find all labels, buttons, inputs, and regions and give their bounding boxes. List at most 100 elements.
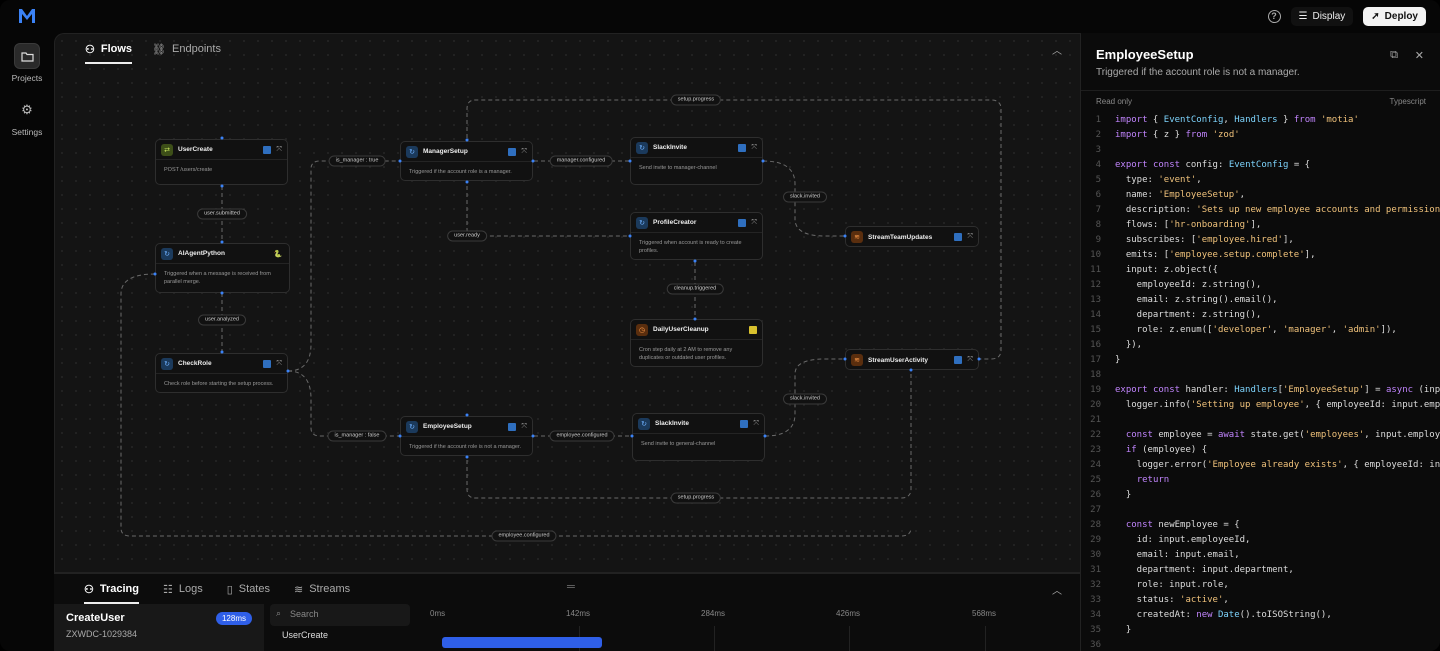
typescript-icon xyxy=(508,147,517,156)
code-line: 6 name: 'EmployeeSetup', xyxy=(1081,188,1440,203)
node-aiagentpython[interactable]: ↻ AIAgentPython 🐍 Triggered when a message… xyxy=(155,243,290,293)
node-managersetup[interactable]: ↻ ManagerSetup ⤧ Triggered if the account … xyxy=(400,141,533,181)
edge-handle[interactable] xyxy=(220,240,224,244)
trace-span-bar[interactable] xyxy=(442,637,602,648)
deploy-button[interactable]: ➚ Deploy xyxy=(1363,7,1426,26)
code-text: id: input.employeeId, xyxy=(1115,535,1251,545)
edge-handle[interactable] xyxy=(628,159,632,163)
code-text: } xyxy=(1115,355,1121,365)
node-slackinvite-general[interactable]: ↻ SlackInvite ⤧ Send invite to general-cha… xyxy=(632,413,765,461)
typescript-icon xyxy=(263,145,272,154)
node-dailyusercleanup[interactable]: ◷ DailyUserCleanup Cron step daily at 2 A… xyxy=(630,319,763,367)
node-title: SlackInvite xyxy=(655,420,689,427)
tab-tracing[interactable]: ⚇ Tracing xyxy=(84,574,139,604)
expand-icon[interactable]: ⤧ xyxy=(751,144,757,152)
expand-icon[interactable]: ⤧ xyxy=(521,148,527,156)
node-streamteamupdates[interactable]: ≋ StreamTeamUpdates ⤧ xyxy=(845,226,979,247)
timeline-tick: 426ms xyxy=(836,609,861,618)
code-line: 12 employeeId: z.string(), xyxy=(1081,278,1440,293)
expand-icon[interactable]: ⤧ xyxy=(753,420,759,428)
node-header: ≋ StreamUserActivity ⤧ xyxy=(846,350,978,370)
sidebar-item-settings[interactable]: ⚙ Settings xyxy=(0,97,54,137)
edge-handle[interactable] xyxy=(220,350,224,354)
edge-handle[interactable] xyxy=(761,159,765,163)
sidebar-item-projects[interactable]: Projects xyxy=(0,43,54,83)
code-line: 3 xyxy=(1081,143,1440,158)
edge-handle[interactable] xyxy=(693,259,697,263)
code-text: employeeId: z.string(), xyxy=(1115,280,1262,290)
expand-icon[interactable]: ⤧ xyxy=(967,356,973,364)
edge-handle[interactable] xyxy=(153,272,157,276)
node-checkrole[interactable]: ↻ CheckRole ⤧ Check role before starting t… xyxy=(155,353,288,393)
line-number: 14 xyxy=(1090,310,1101,320)
edge-handle[interactable] xyxy=(909,368,913,372)
help-icon[interactable]: ? xyxy=(1267,10,1281,23)
tab-label: Logs xyxy=(178,583,203,595)
edge-handle[interactable] xyxy=(531,434,535,438)
edge-handle[interactable] xyxy=(763,434,767,438)
edge-handle[interactable] xyxy=(398,434,402,438)
line-number: 8 xyxy=(1095,220,1101,230)
flow-canvas[interactable]: ⚇ Flows ⛓ Endpoints ︿ ⇄ UserCreate ⤧ POS… xyxy=(54,33,1080,573)
tab-states[interactable]: ▯ States xyxy=(227,574,270,604)
edge-handle[interactable] xyxy=(465,180,469,184)
node-employeesetup[interactable]: ↻ EmployeeSetup ⤧ Triggered if the account… xyxy=(400,416,533,456)
trace-card[interactable]: CreateUser ZXWDC-1029384 128ms xyxy=(54,604,264,651)
panel-subtitle: Triggered if the account role is not a m… xyxy=(1096,67,1300,78)
expand-icon[interactable]: ⤧ xyxy=(967,233,973,241)
tab-label: States xyxy=(238,583,270,595)
resize-handle-icon[interactable]: ═ xyxy=(567,581,575,593)
code-line: 13 email: z.string().email(), xyxy=(1081,293,1440,308)
chevron-up-icon[interactable]: ︿ xyxy=(1052,582,1062,597)
window-icon[interactable]: ⧉ xyxy=(1390,49,1398,62)
expand-icon[interactable]: ⤧ xyxy=(751,219,757,227)
edge-handle[interactable] xyxy=(843,357,847,361)
node-profilecreator[interactable]: ↻ ProfileCreator ⤧ Triggered when account … xyxy=(630,212,763,260)
node-streamuseractivity[interactable]: ≋ StreamUserActivity ⤧ xyxy=(845,349,979,370)
edge-handle[interactable] xyxy=(531,159,535,163)
edge-label: manager.configured xyxy=(549,155,613,167)
edge-handle[interactable] xyxy=(398,159,402,163)
code-line: 35 } xyxy=(1081,623,1440,638)
node-usercreate[interactable]: ⇄ UserCreate ⤧ POST /users/create xyxy=(155,139,288,185)
edge-handle[interactable] xyxy=(693,317,697,321)
edge-handle[interactable] xyxy=(465,413,469,417)
edge-handle[interactable] xyxy=(843,234,847,238)
trace-step-label[interactable]: UserCreate xyxy=(266,630,328,640)
code-text: createdAt: new Date().toISOString(), xyxy=(1115,610,1332,620)
code-line: 8 flows: ['hr-onboarding'], xyxy=(1081,218,1440,233)
line-number: 17 xyxy=(1090,355,1101,365)
edge-handle[interactable] xyxy=(286,369,290,373)
line-number: 22 xyxy=(1090,430,1101,440)
edge-handle[interactable] xyxy=(220,136,224,140)
expand-icon[interactable]: ⤧ xyxy=(276,360,282,368)
tab-streams[interactable]: ≋ Streams xyxy=(294,574,350,604)
edge-handle[interactable] xyxy=(465,455,469,459)
stream-icon: ≋ xyxy=(293,583,304,596)
code-text: subscribes: ['employee.hired'], xyxy=(1115,235,1294,245)
trace-id: ZXWDC-1029384 xyxy=(66,629,138,639)
typescript-icon xyxy=(740,419,749,428)
tab-logs[interactable]: ☷ Logs xyxy=(163,574,203,604)
edge-handle[interactable] xyxy=(977,357,981,361)
edge-handle[interactable] xyxy=(220,184,224,188)
code-line: 32 role: input.role, xyxy=(1081,578,1440,593)
edge-handle[interactable] xyxy=(465,138,469,142)
code-viewer[interactable]: 1 import { EventConfig, Handlers } from '… xyxy=(1081,113,1440,651)
code-text: logger.info('Setting up employee', { emp… xyxy=(1115,400,1440,410)
rocket-icon: ➚ xyxy=(1371,11,1380,22)
search-input[interactable]: ⌕ Search xyxy=(270,604,410,626)
javascript-icon xyxy=(749,325,757,334)
node-slackinvite-manager[interactable]: ↻ SlackInvite ⤧ Send invite to manager-cha… xyxy=(630,137,763,185)
edge-handle[interactable] xyxy=(630,434,634,438)
expand-icon[interactable]: ⤧ xyxy=(276,146,282,154)
edge-handle[interactable] xyxy=(220,291,224,295)
code-text: input: z.object({ xyxy=(1115,265,1218,275)
details-panel: EmployeeSetup Triggered if the account r… xyxy=(1080,33,1440,651)
edge-handle[interactable] xyxy=(628,234,632,238)
display-button[interactable]: ☰ Display xyxy=(1290,7,1354,26)
close-icon[interactable]: ✕ xyxy=(1415,49,1424,62)
expand-icon[interactable]: ⤧ xyxy=(521,423,527,431)
line-number: 20 xyxy=(1090,400,1101,410)
line-number: 2 xyxy=(1095,130,1101,140)
